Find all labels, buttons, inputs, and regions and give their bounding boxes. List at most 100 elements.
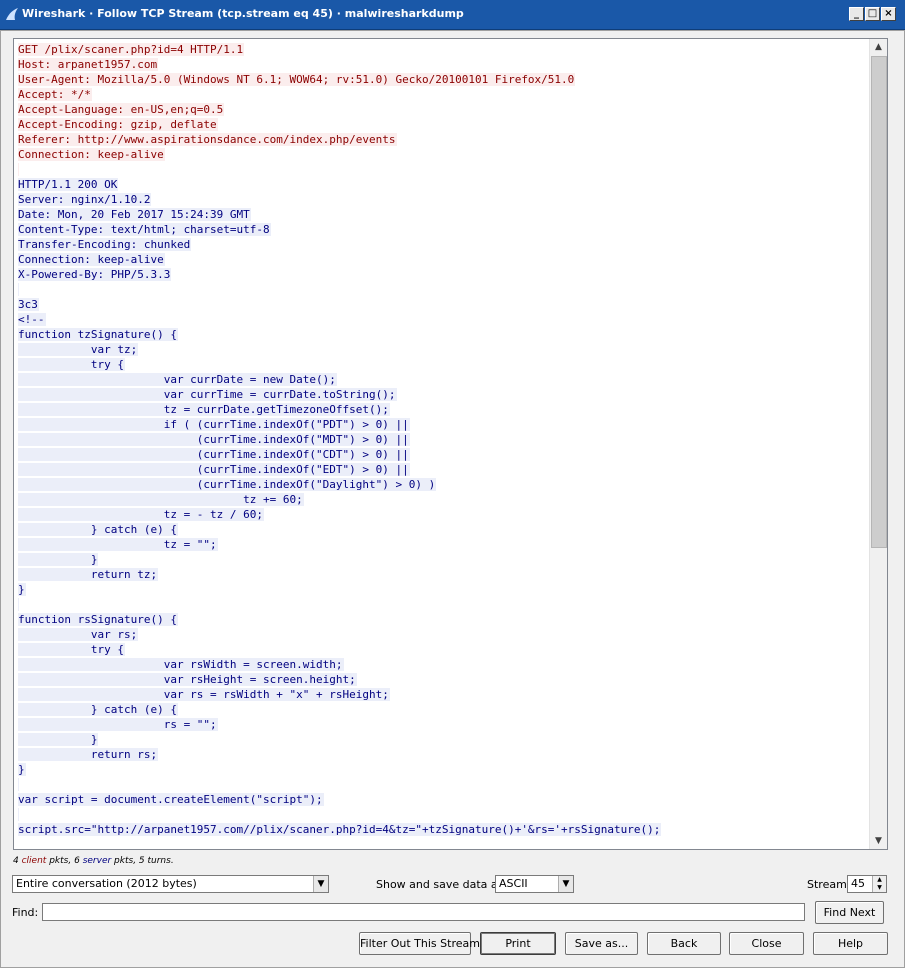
packet-summary: 4 client pkts, 6 server pkts, 5 turns. <box>13 856 174 866</box>
client-stream-line: Referer: http://www.aspirationsdance.com… <box>18 132 868 147</box>
stream-line-text: var rsHeight = screen.height; <box>18 673 357 686</box>
window-title: Wireshark · Follow TCP Stream (tcp.strea… <box>22 7 464 20</box>
stream-line-text: try { <box>18 643 125 656</box>
stream-line-text: if ( (currTime.indexOf("PDT") > 0) || <box>18 418 410 431</box>
stream-line-text: } <box>18 733 99 746</box>
chevron-down-icon[interactable]: ▼ <box>558 876 573 892</box>
spin-up-icon[interactable]: ▲ <box>873 876 886 884</box>
stream-line-text: function rsSignature() { <box>18 613 178 626</box>
scroll-down-arrow-icon[interactable]: ▼ <box>871 833 886 849</box>
stream-line-text: Accept-Encoding: gzip, deflate <box>18 118 218 131</box>
pkts-text: pkts, <box>46 856 75 866</box>
client-stream-line: Accept-Language: en-US,en;q=0.5 <box>18 102 868 117</box>
server-stream-line: X-Powered-By: PHP/5.3.3 <box>18 267 868 282</box>
stream-line-text: script.src="http://arpanet1957.com//plix… <box>18 823 662 836</box>
stream-content-view[interactable]: GET /plix/scaner.php?id=4 HTTP/1.1 Host: … <box>13 38 888 850</box>
client-label: client <box>21 856 47 866</box>
stream-line-text: tz += 60; <box>18 493 304 506</box>
stream-line-text: Server: nginx/1.10.2 <box>18 193 152 206</box>
maximize-button[interactable]: □ <box>865 7 880 21</box>
data-format-select[interactable]: ASCII ▼ <box>495 875 574 893</box>
spin-down-icon[interactable]: ▼ <box>873 884 886 892</box>
conversation-select[interactable]: Entire conversation (2012 bytes) ▼ <box>12 875 329 893</box>
server-stream-line: tz = currDate.getTimezoneOffset(); <box>18 402 868 417</box>
minimize-button[interactable]: _ <box>849 7 864 21</box>
chevron-down-icon[interactable]: ▼ <box>313 876 328 892</box>
stream-line-text: Host: arpanet1957.com <box>18 58 159 71</box>
client-stream-line: Connection: keep-alive <box>18 147 868 162</box>
scroll-up-arrow-icon[interactable]: ▲ <box>871 39 886 55</box>
stream-line-text: } catch (e) { <box>18 523 178 536</box>
stream-line-text: function tzSignature() { <box>18 328 178 341</box>
stream-line-text: GET /plix/scaner.php?id=4 HTTP/1.1 <box>18 43 245 56</box>
find-label: Find: <box>12 906 39 919</box>
server-stream-line: } catch (e) { <box>18 522 868 537</box>
stream-line-text <box>18 598 19 611</box>
stream-line-text: Transfer-Encoding: chunked <box>18 238 192 251</box>
server-stream-line: HTTP/1.1 200 OK <box>18 177 868 192</box>
server-stream-line: 3c3 <box>18 297 868 312</box>
server-stream-line: tz = ""; <box>18 537 868 552</box>
server-stream-line: var rs = rsWidth + "x" + rsHeight; <box>18 687 868 702</box>
stream-line-text: } <box>18 553 99 566</box>
vertical-scrollbar[interactable]: ▲ ▼ <box>869 39 887 849</box>
client-packet-count: 4 <box>13 856 19 866</box>
stream-line-text: var tz; <box>18 343 139 356</box>
stream-line-text: tz = - tz / 60; <box>18 508 265 521</box>
stream-line-text: tz = ""; <box>18 538 218 551</box>
server-stream-line: } catch (e) { <box>18 702 868 717</box>
client-stream-line: Host: arpanet1957.com <box>18 57 868 72</box>
server-packet-count: 6 <box>74 856 80 866</box>
stream-line-text: var rs = rsWidth + "x" + rsHeight; <box>18 688 390 701</box>
find-next-button[interactable]: Find Next <box>815 901 884 924</box>
stream-line-text: Referer: http://www.aspirationsdance.com… <box>18 133 397 146</box>
stream-line-text: } <box>18 763 26 776</box>
close-button[interactable]: Close <box>729 932 804 955</box>
filter-out-stream-button[interactable]: Filter Out This Stream <box>359 932 480 955</box>
stream-number-spinbox[interactable]: 45 ▲ ▼ <box>847 875 887 893</box>
server-stream-line: if ( (currTime.indexOf("PDT") > 0) || <box>18 417 868 432</box>
stream-line-text: 3c3 <box>18 298 39 311</box>
stream-line-text: X-Powered-By: PHP/5.3.3 <box>18 268 172 281</box>
server-stream-line: (currTime.indexOf("Daylight") > 0) ) <box>18 477 868 492</box>
back-button[interactable]: Back <box>647 932 721 955</box>
stream-line-text: Accept-Language: en-US,en;q=0.5 <box>18 103 225 116</box>
server-stream-line <box>18 777 868 792</box>
print-button[interactable]: Print <box>480 932 556 955</box>
stream-line-text: <!-- <box>18 313 46 326</box>
stream-line-text: } <box>18 583 26 596</box>
stream-line-text <box>18 283 19 296</box>
stream-line-text: HTTP/1.1 200 OK <box>18 178 119 191</box>
server-stream-line: var rsWidth = screen.width; <box>18 657 868 672</box>
show-save-label: Show and save data as <box>376 878 504 891</box>
server-stream-line: var rsHeight = screen.height; <box>18 672 868 687</box>
server-stream-line: Content-Type: text/html; charset=utf-8 <box>18 222 868 237</box>
stream-text: GET /plix/scaner.php?id=4 HTTP/1.1 Host: … <box>18 42 868 837</box>
stream-line-text <box>18 808 19 821</box>
stream-line-text: var rsWidth = screen.width; <box>18 658 344 671</box>
close-window-button[interactable]: × <box>881 7 896 21</box>
stream-line-text: (currTime.indexOf("Daylight") > 0) ) <box>18 478 437 491</box>
server-stream-line: Date: Mon, 20 Feb 2017 15:24:39 GMT <box>18 207 868 222</box>
stream-line-text: (currTime.indexOf("MDT") > 0) || <box>18 433 410 446</box>
client-stream-line: GET /plix/scaner.php?id=4 HTTP/1.1 <box>18 42 868 57</box>
server-label: server <box>82 856 112 866</box>
data-format-value: ASCII <box>499 877 528 890</box>
help-button[interactable]: Help <box>813 932 888 955</box>
stream-line-text: } catch (e) { <box>18 703 178 716</box>
server-stream-line: } <box>18 582 868 597</box>
title-bar: Wireshark · Follow TCP Stream (tcp.strea… <box>0 0 905 30</box>
stream-line-text: var currDate = new Date(); <box>18 373 337 386</box>
server-stream-line: function tzSignature() { <box>18 327 868 342</box>
stream-line-text: (currTime.indexOf("CDT") > 0) || <box>18 448 410 461</box>
stream-line-text: return tz; <box>18 568 159 581</box>
client-stream-line: Accept: */* <box>18 87 868 102</box>
server-stream-line: script.src="http://arpanet1957.com//plix… <box>18 822 868 837</box>
save-as-button[interactable]: Save as... <box>565 932 638 955</box>
find-input[interactable] <box>42 903 805 921</box>
stream-line-text: Date: Mon, 20 Feb 2017 15:24:39 GMT <box>18 208 251 221</box>
spinbox-arrows[interactable]: ▲ ▼ <box>872 876 886 892</box>
scroll-thumb[interactable] <box>871 56 887 548</box>
server-stream-line: tz += 60; <box>18 492 868 507</box>
server-stream-line: (currTime.indexOf("MDT") > 0) || <box>18 432 868 447</box>
